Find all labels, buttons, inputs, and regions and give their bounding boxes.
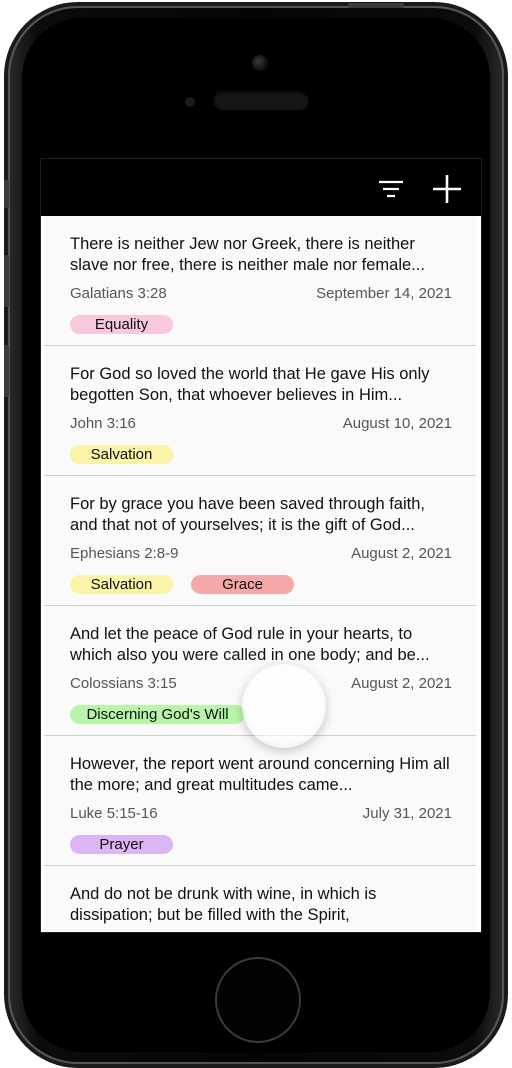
- filter-icon: [379, 180, 403, 198]
- tag-list: Prayer: [70, 835, 173, 854]
- verse-reference: Ephesians 2:8-9: [70, 545, 179, 562]
- verse-date: August 2, 2021: [351, 675, 452, 692]
- tag-chip[interactable]: Salvation: [70, 575, 173, 594]
- tag-list: Salvation Grace: [70, 575, 294, 594]
- tag-chip[interactable]: Grace: [191, 575, 294, 594]
- add-icon: [433, 175, 461, 203]
- verse-text: And let the peace of God rule in your he…: [70, 625, 430, 664]
- verse-card[interactable]: And do not be drunk with wine, in which …: [44, 866, 476, 932]
- front-camera: [252, 55, 268, 71]
- verse-card[interactable]: There is neither Jew nor Greek, there is…: [44, 216, 476, 346]
- verse-list: There is neither Jew nor Greek, there is…: [44, 216, 476, 932]
- tag-chip[interactable]: Equality: [70, 315, 173, 334]
- verse-reference: Colossians 3:15: [70, 675, 177, 692]
- verse-date: September 14, 2021: [316, 285, 452, 302]
- touch-indicator: [242, 664, 326, 748]
- verse-reference: Luke 5:15-16: [70, 805, 158, 822]
- proximity-sensor: [185, 97, 195, 107]
- verse-card[interactable]: However, the report went around concerni…: [44, 736, 476, 866]
- volume-down-button: [4, 345, 9, 397]
- tag-list: Equality: [70, 315, 173, 334]
- verse-date: August 2, 2021: [351, 545, 452, 562]
- verse-card[interactable]: For by grace you have been saved through…: [44, 476, 476, 606]
- verse-reference: John 3:16: [70, 415, 136, 432]
- home-button[interactable]: [215, 957, 301, 1043]
- verse-text: There is neither Jew nor Greek, there is…: [70, 235, 425, 274]
- verse-text: And do not be drunk with wine, in which …: [70, 885, 377, 924]
- add-verse-button[interactable]: [429, 171, 465, 207]
- tag-list: Salvation: [70, 445, 173, 464]
- earpiece-speaker: [213, 90, 309, 110]
- app-bar: [41, 159, 481, 216]
- power-button: [348, 3, 404, 8]
- tag-chip[interactable]: Salvation: [70, 445, 173, 464]
- filter-button[interactable]: [373, 171, 409, 207]
- verse-date: August 10, 2021: [342, 415, 452, 432]
- verse-card[interactable]: For God so loved the world that He gave …: [44, 346, 476, 476]
- verse-date: July 31, 2021: [362, 805, 452, 822]
- tag-chip[interactable]: Discerning God's Will: [70, 705, 245, 724]
- verse-reference: Galatians 3:28: [70, 285, 167, 302]
- tag-chip[interactable]: Prayer: [70, 835, 173, 854]
- app-screen: There is neither Jew nor Greek, there is…: [40, 158, 482, 933]
- verse-text: For by grace you have been saved through…: [70, 495, 425, 534]
- volume-up-button: [4, 255, 9, 307]
- mute-switch: [4, 180, 9, 208]
- verse-text: However, the report went around concerni…: [70, 755, 450, 794]
- verse-text: For God so loved the world that He gave …: [70, 365, 430, 404]
- tag-list: Discerning God's Will: [70, 705, 245, 724]
